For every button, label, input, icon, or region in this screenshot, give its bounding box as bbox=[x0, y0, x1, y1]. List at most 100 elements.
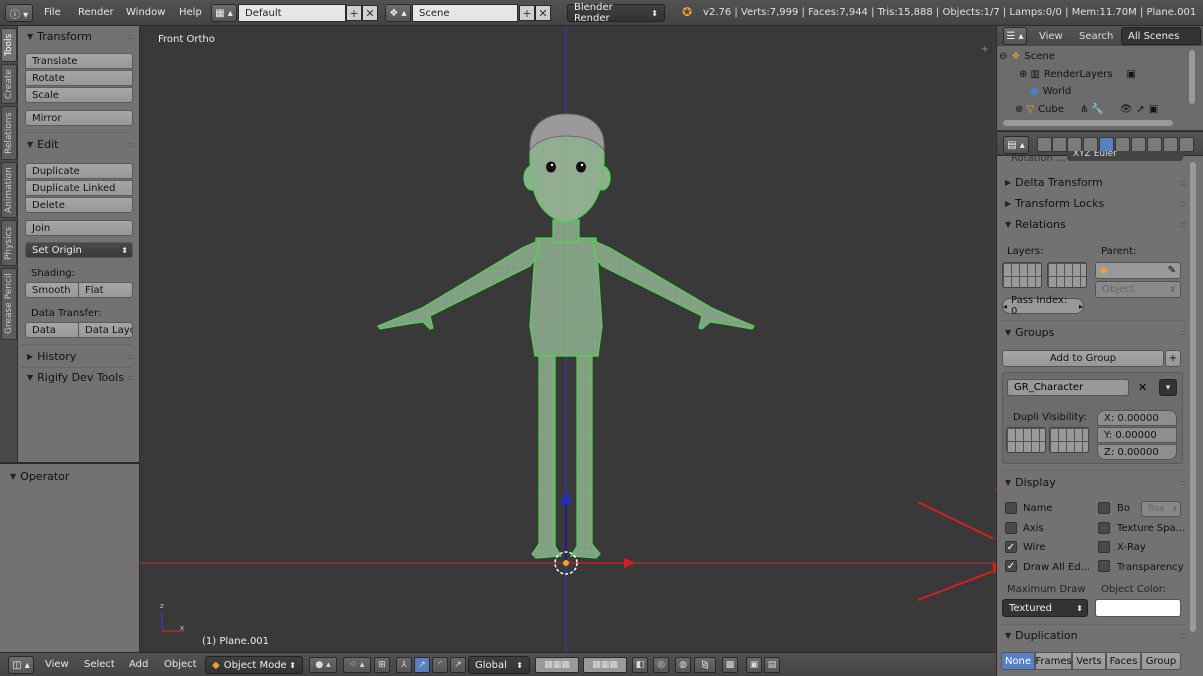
decrement-icon[interactable]: ◂ bbox=[1003, 302, 1007, 311]
dupli-faces-button[interactable]: Faces bbox=[1106, 652, 1141, 670]
dupli-layers-grid-1[interactable] bbox=[1006, 427, 1046, 453]
object-color-swatch[interactable] bbox=[1095, 599, 1181, 617]
pass-index-field[interactable]: ◂ Pass Index: 0 ▸ bbox=[1002, 295, 1084, 317]
outliner-scrollbar[interactable] bbox=[1189, 50, 1195, 104]
pivot-point-button[interactable]: ⁘ ▴ bbox=[343, 657, 371, 673]
translate-manipulator-button[interactable]: ↗ bbox=[414, 657, 430, 673]
bounds-type-select[interactable]: Box ⬍ bbox=[1141, 501, 1181, 517]
transform-orientation-select[interactable]: Global ⬍ bbox=[468, 656, 530, 674]
edit-panel-header[interactable]: ▼ Edit :::: bbox=[21, 134, 135, 154]
remove-screen-button[interactable]: ✕ bbox=[362, 5, 378, 21]
rigify-panel-header[interactable]: ▼ Rigify Dev Tools :::: bbox=[21, 367, 135, 387]
eyedropper-icon[interactable]: ✎ bbox=[1168, 265, 1176, 276]
add-group-plus-button[interactable]: + bbox=[1165, 350, 1181, 367]
add-to-group-button[interactable]: Add to Group bbox=[1002, 350, 1164, 367]
scale-button[interactable]: Scale bbox=[25, 87, 133, 103]
constraints-tab[interactable] bbox=[1115, 137, 1130, 152]
history-panel-header[interactable]: ▶ History :::: bbox=[21, 346, 135, 366]
menu-view[interactable]: View bbox=[45, 659, 69, 670]
tab-animation[interactable]: Animation bbox=[1, 162, 17, 218]
menu-object[interactable]: Object bbox=[164, 659, 197, 670]
render-engine-select[interactable]: Blender Render ⬍ bbox=[567, 2, 665, 24]
axis-checkbox[interactable] bbox=[1005, 522, 1017, 534]
groups-header[interactable]: ▼ Groups :::: bbox=[1001, 322, 1187, 342]
material-tab[interactable] bbox=[1163, 137, 1178, 152]
add-scene-button[interactable]: + bbox=[519, 5, 535, 21]
opengl-render-button[interactable]: ▣ bbox=[746, 657, 762, 673]
cursor-icon[interactable]: ➚ bbox=[1136, 104, 1144, 115]
object-tab[interactable] bbox=[1099, 137, 1114, 152]
world-tab[interactable] bbox=[1083, 137, 1098, 152]
flat-button[interactable]: Flat bbox=[78, 282, 133, 298]
scene-icon-button[interactable]: ❖ ▴ bbox=[385, 4, 411, 22]
lock-layers-button[interactable]: ◧ bbox=[632, 657, 648, 673]
menu-select[interactable]: Select bbox=[84, 659, 115, 670]
name-checkbox[interactable] bbox=[1005, 502, 1017, 514]
menu-render[interactable]: Render bbox=[70, 7, 122, 18]
eye-icon[interactable]: 👁 bbox=[1120, 104, 1133, 115]
drag-grip-icon[interactable]: :::: bbox=[1179, 178, 1187, 187]
screen-layout-icon-button[interactable]: ▦ ▴ bbox=[211, 4, 237, 22]
draw-all-edges-checkbox[interactable]: ✓ bbox=[1005, 560, 1017, 572]
transform-panel-header[interactable]: ▼ Transform :::: bbox=[21, 26, 135, 46]
relations-header[interactable]: ▼ Relations :::: bbox=[1001, 214, 1187, 234]
duplication-header[interactable]: ▼ Duplication :::: bbox=[1001, 625, 1187, 645]
data-transfer-button[interactable]: Data bbox=[25, 322, 79, 338]
mode-select[interactable]: ◆ Object Mode ⬍ bbox=[205, 656, 303, 674]
join-button[interactable]: Join bbox=[25, 220, 133, 236]
3d-viewport[interactable]: Front Ortho + z x (1) Plane.001 bbox=[140, 26, 993, 652]
screen-layout-field[interactable]: Default bbox=[238, 4, 346, 22]
dupli-none-button[interactable]: None bbox=[1001, 652, 1035, 670]
dupli-offset-z[interactable]: Z: 0.00000 bbox=[1097, 444, 1177, 460]
outliner-item-world[interactable]: ● World bbox=[997, 83, 1192, 100]
operator-panel-header[interactable]: ▼ Operator bbox=[4, 466, 134, 486]
outliner-menu-search[interactable]: Search bbox=[1079, 31, 1113, 42]
expand-icon[interactable]: ⊕ bbox=[1015, 104, 1023, 115]
modifiers-tab[interactable] bbox=[1131, 137, 1146, 152]
menu-add[interactable]: Add bbox=[129, 659, 148, 670]
properties-scrollbar[interactable] bbox=[1190, 162, 1196, 632]
outliner-item-scene[interactable]: ⊖ ❖ Scene bbox=[997, 48, 1192, 65]
tab-relations[interactable]: Relations bbox=[1, 106, 17, 160]
snap-toggle-button[interactable]: ◍ bbox=[675, 657, 691, 673]
parent-field[interactable]: ◆ ✎ bbox=[1095, 262, 1181, 279]
xray-checkbox[interactable] bbox=[1098, 541, 1110, 553]
camera-icon[interactable]: ▣ bbox=[1149, 104, 1158, 115]
properties-type-button[interactable]: ▤ ▴ bbox=[1003, 136, 1029, 154]
tab-tools[interactable]: Tools bbox=[1, 28, 17, 62]
scene-field[interactable]: Scene bbox=[412, 4, 518, 22]
remove-scene-button[interactable]: ✕ bbox=[535, 5, 551, 21]
max-draw-select[interactable]: Textured ⬍ bbox=[1002, 599, 1088, 617]
dupli-group-button[interactable]: Group bbox=[1141, 652, 1181, 670]
scale-manipulator-button[interactable]: ↗ bbox=[450, 657, 466, 673]
drag-grip-icon[interactable]: :::: bbox=[127, 140, 135, 149]
opengl-anim-button[interactable]: ▤ bbox=[764, 657, 780, 673]
display-header[interactable]: ▼ Display :::: bbox=[1001, 472, 1187, 492]
bounds-checkbox[interactable] bbox=[1098, 502, 1110, 514]
increment-icon[interactable]: ▸ bbox=[1079, 302, 1083, 311]
drag-grip-icon[interactable]: :::: bbox=[1179, 199, 1187, 208]
outliner-item-renderlayers[interactable]: ⊕ ▥ RenderLayers ▣ bbox=[997, 66, 1192, 83]
tab-grease-pencil[interactable]: Grease Pencil bbox=[1, 268, 17, 340]
texture-tab[interactable] bbox=[1179, 137, 1194, 152]
scene-layers-grid-2[interactable]: ▦▦▦ bbox=[583, 657, 627, 673]
data-layout-button[interactable]: Data Layo bbox=[78, 322, 133, 338]
snap-element-button[interactable]: ⧎ bbox=[694, 657, 716, 673]
drag-grip-icon[interactable]: :::: bbox=[127, 352, 135, 361]
add-screen-button[interactable]: + bbox=[346, 5, 362, 21]
duplicate-button[interactable]: Duplicate bbox=[25, 163, 133, 179]
texture-space-checkbox[interactable] bbox=[1098, 522, 1110, 534]
drag-grip-icon[interactable]: :::: bbox=[1179, 220, 1187, 229]
remove-group-icon[interactable]: ✕ bbox=[1138, 381, 1147, 394]
render-layers-tab[interactable] bbox=[1052, 137, 1067, 152]
duplicate-linked-button[interactable]: Duplicate Linked bbox=[25, 180, 133, 196]
outliner-display-mode[interactable]: All Scenes bbox=[1121, 27, 1201, 45]
proportional-edit-button[interactable]: ◎ bbox=[653, 657, 669, 673]
dupli-layers-grid-2[interactable] bbox=[1049, 427, 1089, 453]
editor-type-button[interactable]: ◫ ▴ bbox=[8, 656, 34, 674]
info-editor-type-button[interactable]: ⓘ ▾ bbox=[5, 4, 33, 22]
outliner-menu-view[interactable]: View bbox=[1039, 31, 1063, 42]
delta-transform-header[interactable]: ▶ Delta Transform :::: bbox=[1001, 172, 1187, 192]
dupli-verts-button[interactable]: Verts bbox=[1072, 652, 1106, 670]
outliner-type-button[interactable]: ☰ ▴ bbox=[1003, 27, 1027, 45]
